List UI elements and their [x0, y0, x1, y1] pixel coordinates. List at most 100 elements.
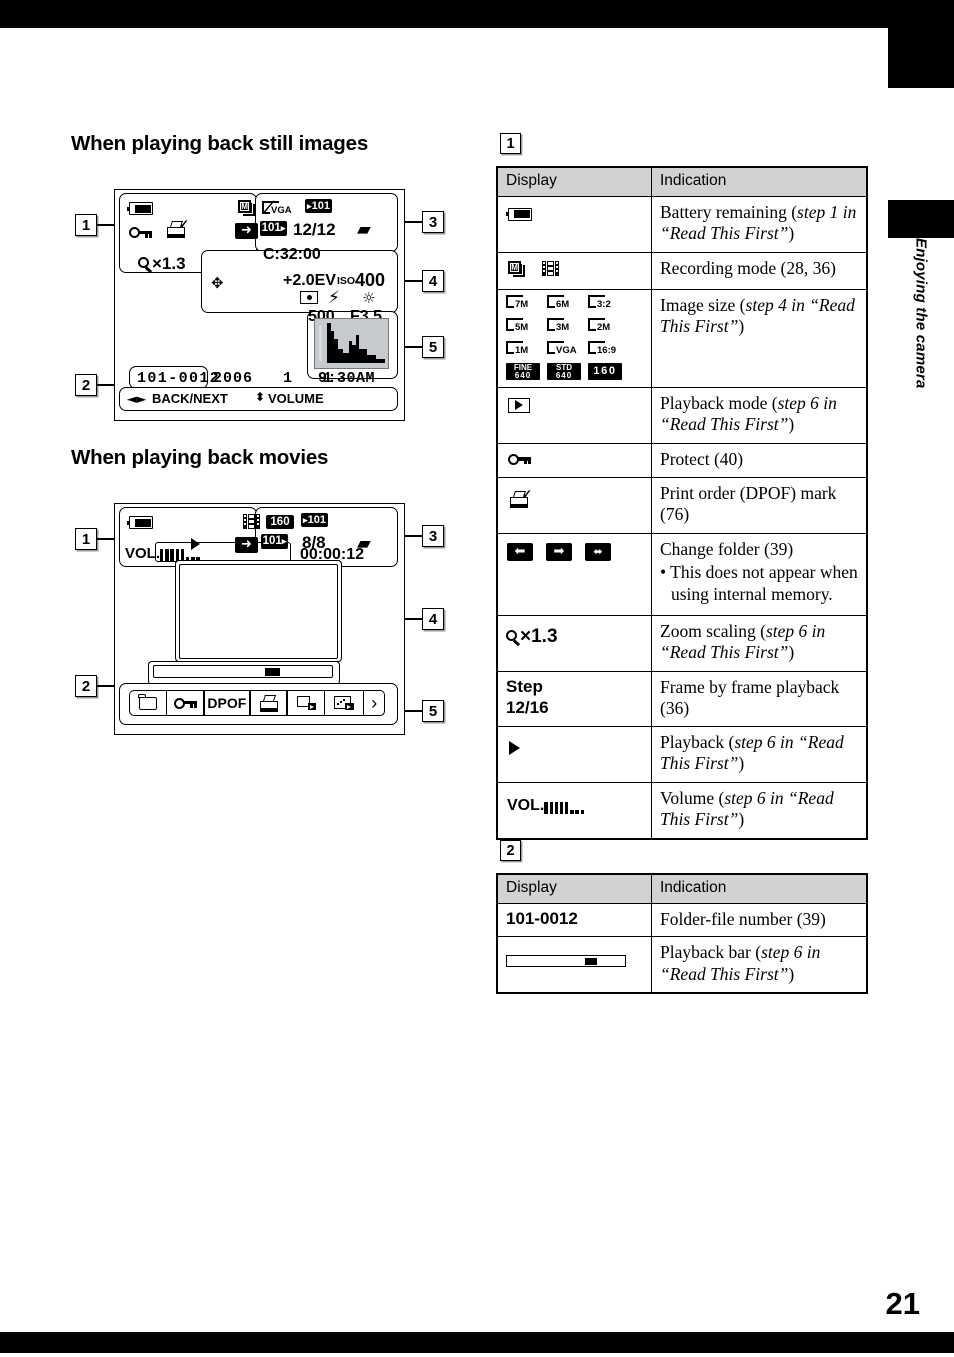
volume-bars-icon	[160, 544, 202, 561]
recording-media-icon: ▰	[357, 219, 371, 240]
table-row: 101-0012 Folder-file number (39)	[497, 902, 867, 938]
chapter-marker-black	[888, 200, 954, 238]
table1-cell-indication-zoomscaling: Zoom scaling (step 6 in “Read This First…	[651, 614, 867, 672]
recording-mode-burst-icon: M	[238, 200, 256, 217]
heading-movies: When playing back movies	[71, 446, 329, 469]
size-icon-3m: 3M	[547, 317, 573, 335]
change-folder-icon-both: ⬌	[585, 542, 611, 561]
table2-header-row: Display Indication	[497, 874, 867, 904]
page-number: 21	[885, 1286, 920, 1321]
size-icon-2m: 2M	[588, 317, 614, 335]
volume-label: VOLUME	[268, 391, 324, 406]
page-bottom-black-bar	[0, 1332, 954, 1353]
capture-month: 1	[283, 370, 294, 387]
callout-5-movie: 5	[422, 700, 444, 722]
battery-icon	[127, 202, 153, 215]
lcd-movie-diagram: 160 ➜ ▸101 101▸ 8/8 ▰ 00:00:12 VOL. DPOF…	[114, 503, 405, 735]
table-row: Playback bar (step 6 in “Read This First…	[497, 936, 867, 994]
back-next-label: BACK/NEXT	[152, 391, 228, 406]
lcd-still-image-diagram: ✓ ×1.3 M VGA ➜ ⟋ ▸101 101▸ 12/12 ▰ C:32:…	[114, 189, 405, 421]
capture-date: 2006 1 1	[213, 370, 333, 387]
heading-still-images: When playing back still images	[71, 132, 369, 155]
table-row: Protect (40)	[497, 442, 867, 478]
playback-bar[interactable]	[153, 665, 333, 678]
destination-folder-icon-movie: ▸101	[301, 513, 328, 527]
macro-icon: ⟋	[263, 198, 275, 217]
chapter-side-label: Enjoying the camera	[888, 238, 954, 438]
menu-item-protect[interactable]	[167, 691, 203, 715]
movie-menu-bar[interactable]: DPOF ›	[129, 690, 385, 716]
playback-mode-icon	[508, 397, 530, 413]
table-row: VOL. Volume (step 6 in “Read This First”…	[497, 781, 867, 839]
elapsed-time: 00:00:12	[300, 546, 365, 563]
table2-cell-indication-filenumber: Folder-file number (39)	[651, 902, 867, 938]
callout-4-movie: 4	[422, 608, 444, 630]
table1-cell-display-volume: VOL.	[497, 781, 652, 839]
menu-item-print[interactable]	[251, 691, 287, 715]
size-icon-3-2: 3:2	[588, 294, 614, 312]
size-icon-1m: 1M	[506, 340, 532, 358]
table-row: ×1.3 Zoom scaling (step 6 in “Read This …	[497, 614, 867, 672]
callout-3-still: 3	[422, 211, 444, 233]
size-icon-vga: VGA	[547, 340, 577, 358]
resize-icon	[334, 696, 355, 710]
protect-key-icon	[129, 227, 152, 238]
menu-more-arrow[interactable]: ›	[364, 691, 384, 715]
table-row: Battery remaining (step 1 in “Read This …	[497, 195, 867, 253]
table1-cell-indication-playbackmode: Playback mode (step 6 in “Read This Firs…	[651, 386, 867, 444]
menu-item-folder[interactable]	[130, 691, 166, 715]
metering-mode-icon	[300, 291, 318, 304]
iso-label: ISO	[337, 275, 356, 287]
iso-value: 400	[355, 270, 386, 290]
vibration-warning-icon: ✥	[211, 274, 224, 292]
file-number: 101-0012	[137, 370, 221, 387]
self-diagnosis-code: C:32:00	[263, 246, 321, 263]
table-row: ✓ Print order (DPOF) mark (76)	[497, 476, 867, 534]
table1-cell-display-zoomscaling: ×1.3	[497, 614, 652, 672]
white-balance-icon: ☼	[362, 289, 376, 307]
dpof-print-icon: ✓	[167, 218, 189, 238]
size-icon-5m: 5M	[506, 317, 532, 335]
callout-2-still: 2	[75, 374, 97, 396]
table-row: M Recording mode (28, 36)	[497, 251, 867, 290]
quality-icon-std640: STD 640	[547, 362, 581, 380]
folder-file-number-display: 101-0012	[506, 908, 578, 928]
table1-cell-display-protect	[497, 442, 652, 478]
chapter-tab-black	[888, 28, 954, 88]
menu-item-dpof[interactable]: DPOF	[205, 691, 250, 715]
table-row: 7M 6M 3:2 5M 3M 2M 1M VGA 16:9 FINE 640 S…	[497, 288, 867, 388]
magnifier-icon-table	[506, 629, 521, 646]
table-section-2: Display Indication 101-0012 Folder-file …	[496, 873, 868, 995]
table1-cell-display-play	[497, 725, 652, 783]
volume-indicator: VOL.	[125, 544, 202, 562]
table1-cell-indication-imagesize: Image size (step 4 in “Read This First”)	[651, 288, 867, 388]
table1-cell-display-playbackmode	[497, 386, 652, 444]
table1-header-display: Display	[497, 167, 652, 197]
table-section-1: Display Indication Battery remaining (st…	[496, 166, 868, 840]
table1-cell-indication-dpof: Print order (DPOF) mark (76)	[651, 476, 867, 534]
callout-1-movie: 1	[75, 528, 97, 550]
change-folder-icon-movie: ➜	[235, 537, 258, 553]
battery-icon-movie	[127, 516, 153, 529]
movie-mode-icon-table	[542, 260, 559, 276]
movie-recording-mode-icon	[243, 514, 260, 529]
menu-item-slideshow[interactable]	[288, 691, 324, 715]
quality-icon-160: 160	[588, 362, 622, 380]
source-folder-icon: 101▸	[260, 221, 287, 236]
zoom-scaling-indicator: ×1.3	[138, 254, 186, 274]
table1-cell-display-changefolder: ⬅ ➡ ⬌	[497, 532, 652, 616]
table1-header-row: Display Indication	[497, 167, 867, 197]
menu-item-resize[interactable]	[325, 691, 362, 715]
table-row: Playback (step 6 in “Read This First”)	[497, 725, 867, 783]
table1-cell-display-recmode: M	[497, 251, 652, 290]
table1-cell-indication-battery: Battery remaining (step 1 in “Read This …	[651, 195, 867, 253]
step-value: 12/16	[506, 697, 549, 717]
capture-time: 9:30AM	[318, 370, 376, 387]
table1-cell-display-imagesize: 7M 6M 3:2 5M 3M 2M 1M VGA 16:9 FINE 640 S…	[497, 288, 652, 388]
change-folder-icon-prev: ⬅	[507, 542, 533, 561]
protect-key-icon-table	[508, 453, 531, 465]
callout-4-still: 4	[422, 270, 444, 292]
volume-indicator-label: VOL.	[125, 545, 161, 562]
table1-header-indication: Indication	[651, 167, 867, 197]
size-icon-6m: 6M	[547, 294, 573, 312]
